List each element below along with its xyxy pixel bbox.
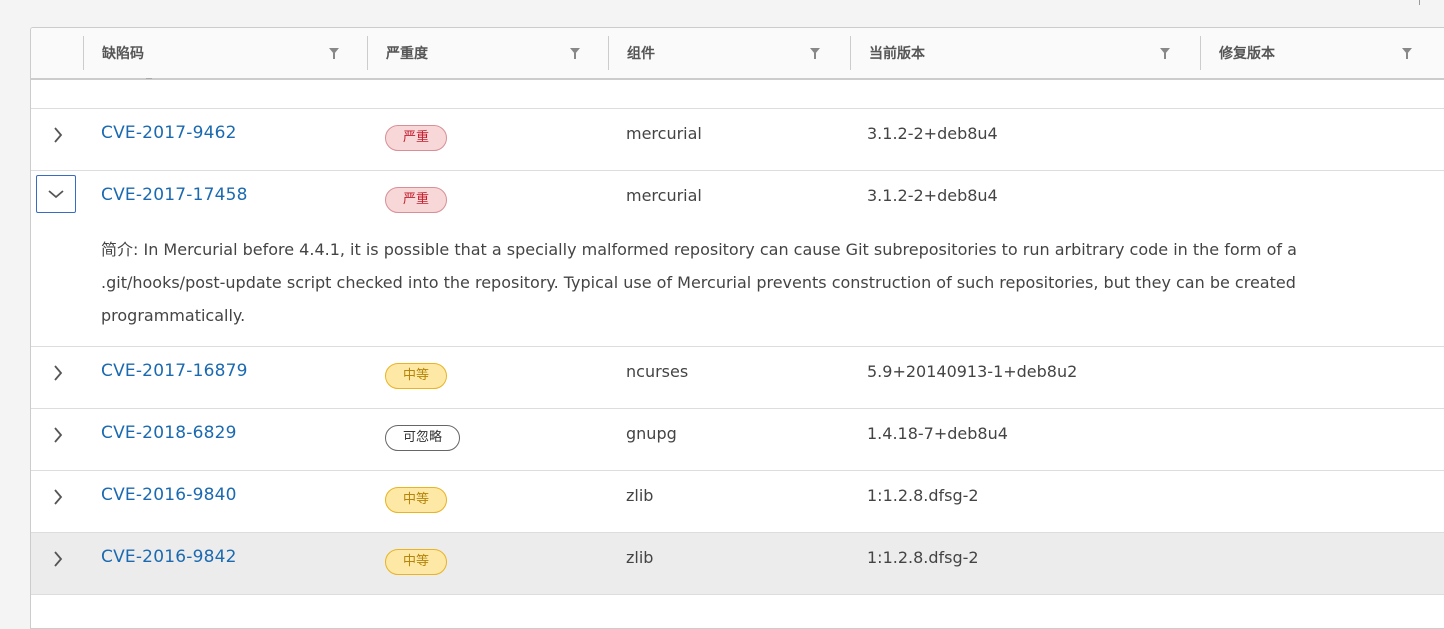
current-version-cell: 3.1.2-2+deb8u4 xyxy=(867,186,998,205)
current-version-cell: 3.1.2-2+deb8u4 xyxy=(867,124,998,143)
column-header-component[interactable]: 组件 xyxy=(609,28,851,78)
table-row: CVE-2018-6829 可忽略 gnupg 1.4.18-7+deb8u4 xyxy=(31,409,1444,471)
table-row-partial xyxy=(31,78,1444,109)
expand-column-header xyxy=(31,28,84,78)
cve-link[interactable]: CVE-2017-16879 xyxy=(101,361,248,381)
column-header-severity[interactable]: 严重度 xyxy=(368,28,609,78)
column-header-current-version[interactable]: 当前版本 xyxy=(851,28,1201,78)
expand-row-button[interactable] xyxy=(47,362,69,384)
expand-row-button[interactable] xyxy=(47,486,69,508)
chevron-right-icon xyxy=(54,365,63,381)
cve-link[interactable]: CVE-2017-17458 xyxy=(101,185,248,205)
component-cell: gnupg xyxy=(626,424,677,443)
filter-icon[interactable] xyxy=(810,48,820,59)
severity-badge: 中等 xyxy=(385,487,448,513)
component-cell: mercurial xyxy=(626,124,702,143)
filter-icon[interactable] xyxy=(329,48,339,59)
cve-link[interactable]: CVE-2016-9840 xyxy=(101,485,237,505)
component-cell: zlib xyxy=(626,548,654,567)
table-row-hovered: CVE-2016-9842 中等 zlib 1:1.2.8.dfsg-2 xyxy=(31,533,1444,595)
column-label: 当前版本 xyxy=(869,46,925,62)
severity-badge: 中等 xyxy=(385,549,448,575)
current-version-cell: 1:1.2.8.dfsg-2 xyxy=(867,548,979,567)
table-row: CVE-2017-9462 严重 mercurial 3.1.2-2+deb8u… xyxy=(31,109,1444,171)
chevron-right-icon xyxy=(54,551,63,567)
cve-link[interactable]: CVE-2016-9842 xyxy=(101,547,237,567)
component-cell: mercurial xyxy=(626,186,702,205)
component-cell: zlib xyxy=(626,486,654,505)
collapse-row-button[interactable] xyxy=(36,175,76,213)
column-label: 组件 xyxy=(627,46,655,62)
cve-link[interactable]: CVE-2018-6829 xyxy=(101,423,237,443)
table-row: CVE-2016-9840 中等 zlib 1:1.2.8.dfsg-2 xyxy=(31,471,1444,533)
chevron-right-icon xyxy=(54,127,63,143)
component-cell: ncurses xyxy=(626,362,689,381)
column-header-cve[interactable]: 缺陷码 xyxy=(84,28,368,78)
column-label: 修复版本 xyxy=(1219,46,1275,62)
expand-row-button[interactable] xyxy=(47,124,69,146)
column-header-fixed-version[interactable]: 修复版本 xyxy=(1201,28,1444,78)
severity-badge: 严重 xyxy=(385,125,448,151)
grid-body: CVE-2017-9462 严重 mercurial 3.1.2-2+deb8u… xyxy=(31,78,1444,595)
chevron-down-icon xyxy=(48,190,64,199)
severity-badge: 可忽略 xyxy=(385,425,461,451)
row-detail-description: 简介: In Mercurial before 4.4.1, it is pos… xyxy=(101,240,1297,325)
grid-header: 缺陷码 严重度 组件 当前版本 修复版本 xyxy=(31,28,1444,80)
filter-icon[interactable] xyxy=(1402,48,1412,59)
severity-badge: 中等 xyxy=(385,363,448,389)
current-version-cell: 1.4.18-7+deb8u4 xyxy=(867,424,1008,443)
table-row-expanded: CVE-2017-17458 严重 mercurial 3.1.2-2+deb8… xyxy=(31,171,1444,347)
expand-row-button[interactable] xyxy=(47,548,69,570)
current-version-cell: 1:1.2.8.dfsg-2 xyxy=(867,486,979,505)
chevron-right-icon xyxy=(54,427,63,443)
column-label: 严重度 xyxy=(386,46,428,62)
severity-badge: 严重 xyxy=(385,187,448,213)
cve-link[interactable]: CVE-2017-9462 xyxy=(101,123,237,143)
chevron-right-icon xyxy=(54,489,63,505)
table-row: CVE-2017-16879 中等 ncurses 5.9+20140913-1… xyxy=(31,347,1444,409)
column-label: 缺陷码 xyxy=(102,46,144,62)
current-version-cell: 5.9+20140913-1+deb8u2 xyxy=(867,362,1078,381)
filter-icon[interactable] xyxy=(1160,48,1170,59)
scroll-edge-marker xyxy=(1419,0,1420,5)
filter-icon[interactable] xyxy=(570,48,580,59)
vulnerability-datagrid: 缺陷码 严重度 组件 当前版本 修复版本 CVE-2017-9462 严重 me… xyxy=(30,27,1444,629)
expand-row-button[interactable] xyxy=(47,424,69,446)
